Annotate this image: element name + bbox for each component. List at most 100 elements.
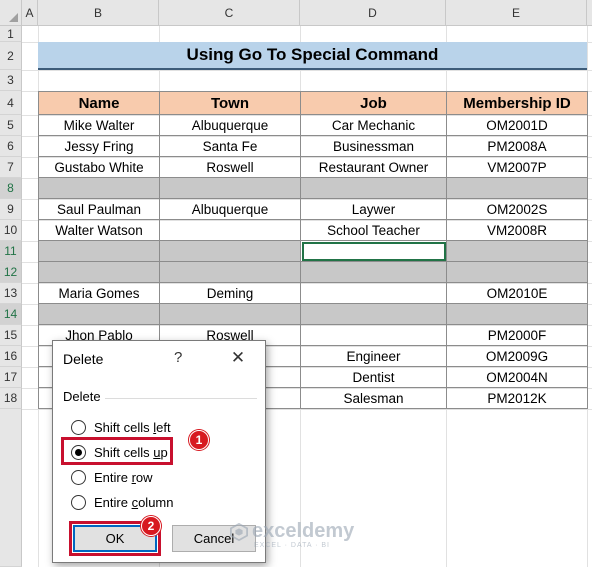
table-cell[interactable]: Mike Walter [38,114,160,136]
radio-label: Shift cells left [94,419,171,435]
row-header-11[interactable]: 11 [0,241,22,262]
table-row [38,240,588,262]
table-cell[interactable]: Walter Watson [38,219,160,241]
header-town[interactable]: Town [159,91,301,115]
table-cell[interactable] [446,303,588,325]
table-cell[interactable] [159,303,301,325]
exceldemy-logo-icon [230,522,248,541]
sheet-title[interactable]: Using Go To Special Command [38,42,587,70]
table-cell[interactable]: Deming [159,282,301,304]
row-header-7[interactable]: 7 [0,157,22,178]
table-cell[interactable]: Albuquerque [159,198,301,220]
table-cell[interactable]: Restaurant Owner [300,156,447,178]
row-header-8[interactable]: 8 [0,178,22,199]
row-header-9[interactable]: 9 [0,199,22,220]
header-membership-id[interactable]: Membership ID [446,91,588,115]
close-icon[interactable]: ✕ [227,347,249,369]
table-cell[interactable]: OM2002S [446,198,588,220]
highlight-shift-cells-up [61,437,173,465]
table-cell[interactable]: VM2007P [446,156,588,178]
table-cell[interactable]: Albuquerque [159,114,301,136]
exceldemy-watermark: exceldemy EXCEL · DATA · BI [230,520,354,549]
table-cell[interactable] [300,282,447,304]
table-cell[interactable] [38,177,160,199]
row-header-17[interactable]: 17 [0,367,22,388]
row-header-4[interactable]: 4 [0,91,22,115]
radio-button-icon[interactable] [71,494,86,510]
table-cell[interactable]: PM2012K [446,387,588,409]
header-job[interactable]: Job [300,91,447,115]
select-all-corner[interactable] [0,0,22,26]
radio-shift-cells-left[interactable]: Shift cells left [71,417,171,437]
table-cell[interactable]: OM2010E [446,282,588,304]
table-cell[interactable]: OM2001D [446,114,588,136]
table-cell[interactable] [159,177,301,199]
header-name[interactable]: Name [38,91,160,115]
row-header-19[interactable] [0,409,22,567]
row-header-12[interactable]: 12 [0,262,22,283]
table-cell[interactable]: Jessy Fring [38,135,160,157]
table-cell[interactable]: PM2008A [446,135,588,157]
row-header-1[interactable]: 1 [0,26,22,42]
column-header-d[interactable]: D [300,0,446,26]
table-cell[interactable] [159,240,301,262]
row-header-6[interactable]: 6 [0,136,22,157]
row-header-5[interactable]: 5 [0,115,22,136]
table-row [38,261,588,283]
table-cell[interactable] [300,261,447,283]
table-cell[interactable] [446,177,588,199]
step-badge-2: 2 [141,516,161,536]
table-cell[interactable]: PM2000F [446,324,588,346]
row-header-10[interactable]: 10 [0,220,22,241]
column-header-f[interactable] [587,0,592,26]
table-cell[interactable]: Engineer [300,345,447,367]
row-header-13[interactable]: 13 [0,283,22,304]
radio-label: Entire column [94,494,174,510]
table-cell[interactable]: Laywer [300,198,447,220]
table-cell[interactable] [446,261,588,283]
row-header-14[interactable]: 14 [0,304,22,325]
table-cell[interactable]: Dentist [300,366,447,388]
table-row [38,303,588,325]
table-cell[interactable]: OM2009G [446,345,588,367]
table-cell[interactable]: Gustabo White [38,156,160,178]
table-row [38,177,588,199]
row-header-3[interactable]: 3 [0,70,22,91]
radio-button-icon[interactable] [71,419,86,435]
row-header-18[interactable]: 18 [0,388,22,409]
table-cell[interactable] [38,261,160,283]
table-cell[interactable] [446,240,588,262]
table-cell[interactable]: Roswell [159,156,301,178]
table-cell[interactable]: Businessman [300,135,447,157]
table-cell[interactable]: OM2004N [446,366,588,388]
table-cell[interactable] [300,303,447,325]
row-header-15[interactable]: 15 [0,325,22,346]
table-cell[interactable] [159,219,301,241]
radio-entire-column[interactable]: Entire column [71,492,174,512]
table-cell[interactable]: School Teacher [300,219,447,241]
radio-button-icon[interactable] [71,469,86,485]
table-cell[interactable]: Maria Gomes [38,282,160,304]
column-header-e[interactable]: E [446,0,587,26]
table-cell[interactable] [300,177,447,199]
radio-label: Entire row [94,469,153,485]
table-cell[interactable]: Salesman [300,387,447,409]
help-icon[interactable]: ? [174,349,182,366]
table-row: Jessy Fring Santa Fe Businessman PM2008A [38,135,588,157]
table-cell[interactable]: VM2008R [446,219,588,241]
column-header-a[interactable]: A [22,0,38,26]
table-cell[interactable] [300,240,447,262]
row-header-2[interactable]: 2 [0,42,22,70]
radio-entire-row[interactable]: Entire row [71,467,153,487]
table-cell[interactable]: Santa Fe [159,135,301,157]
table-cell[interactable] [38,303,160,325]
column-header-b[interactable]: B [38,0,159,26]
table-row: Saul Paulman Albuquerque Laywer OM2002S [38,198,588,220]
table-cell[interactable] [159,261,301,283]
row-header-16[interactable]: 16 [0,346,22,367]
table-cell[interactable]: Saul Paulman [38,198,160,220]
column-header-c[interactable]: C [159,0,300,26]
table-cell[interactable] [38,240,160,262]
table-cell[interactable]: Car Mechanic [300,114,447,136]
table-cell[interactable] [300,324,447,346]
